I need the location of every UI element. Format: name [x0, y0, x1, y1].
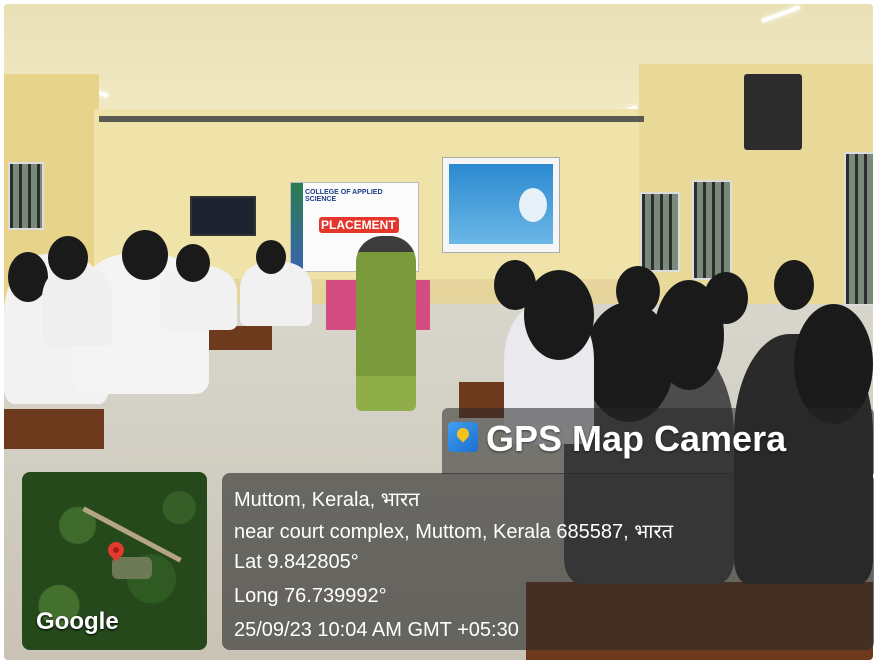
wall-tv: [190, 196, 256, 236]
window: [8, 162, 44, 230]
student-head: [794, 304, 873, 424]
window: [844, 152, 873, 306]
student-head: [616, 266, 660, 316]
banner-title: PLACEMENT: [321, 218, 396, 232]
satellite-map-thumbnail: Google: [22, 472, 207, 650]
student-head: [774, 260, 814, 310]
location-info-panel: Muttom, Kerala, भारत near court complex,…: [222, 473, 874, 650]
ceiling-beam: [99, 116, 644, 122]
map-pin-icon: [448, 422, 478, 452]
speaker-person: [356, 236, 416, 411]
google-logo: Google: [36, 608, 119, 635]
window: [692, 180, 732, 280]
map-road: [82, 506, 182, 563]
desk: [4, 409, 104, 449]
projector-screen: [442, 157, 560, 253]
map-clearing: [112, 557, 152, 579]
student-head: [704, 272, 748, 324]
banner-heading: COLLEGE OF APPLIED SCIENCE: [305, 189, 383, 203]
gps-app-name: GPS Map Camera: [486, 418, 787, 459]
timestamp: 25/09/23 10:04 AM GMT +05:30: [234, 619, 519, 641]
speaker: [744, 74, 802, 150]
student-head: [176, 244, 210, 282]
latitude: Lat 9.842805°: [234, 551, 359, 573]
gps-watermark: GPS Map Camera: [442, 408, 874, 474]
student: [42, 266, 112, 346]
longitude: Long 76.739992°: [234, 585, 387, 607]
student-head: [494, 260, 536, 310]
student-head: [122, 230, 168, 280]
window: [640, 192, 680, 272]
location-title: Muttom, Kerala, भारत: [234, 489, 420, 511]
address: near court complex, Muttom, Kerala 68558…: [234, 521, 674, 543]
student-head: [256, 240, 286, 274]
student-head: [48, 236, 88, 280]
